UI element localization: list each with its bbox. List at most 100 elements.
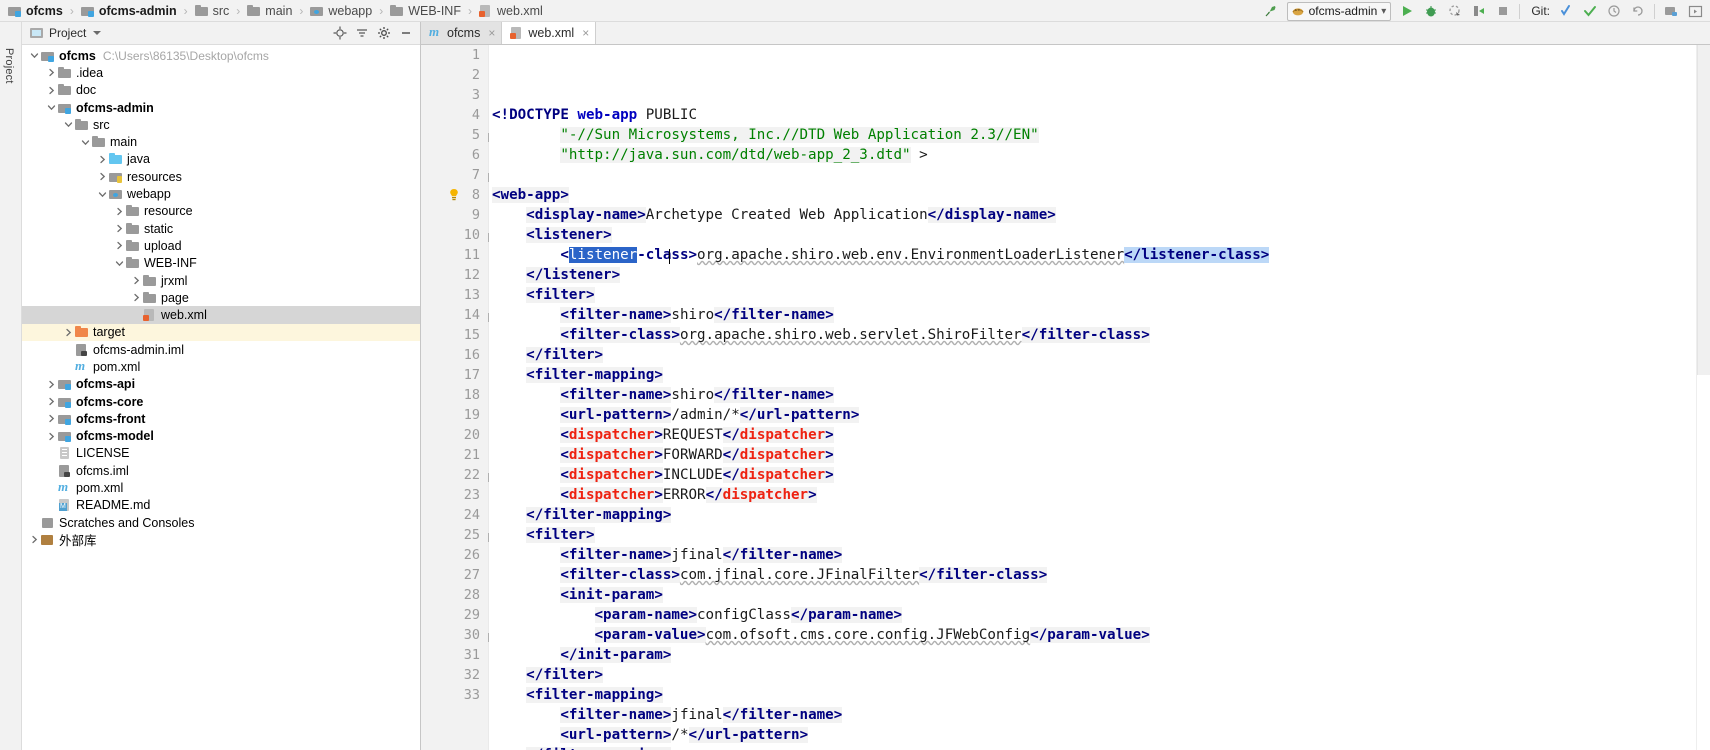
code-line[interactable]: <url-pattern>/admin/*</url-pattern> <box>492 405 1696 425</box>
code-line[interactable]: <filter-name>shiro</filter-name> <box>492 305 1696 325</box>
line-number[interactable]: 23 <box>421 485 488 505</box>
chevron-down-icon[interactable] <box>96 190 109 199</box>
chevron-right-icon[interactable] <box>96 172 109 181</box>
chevron-down-icon[interactable] <box>93 31 102 35</box>
tree-node-java[interactable]: java <box>22 151 420 168</box>
breadcrumb-item-webapp[interactable]: webapp <box>308 0 374 21</box>
editor-tab-ofcms[interactable]: ofcms × <box>421 21 503 44</box>
code-line[interactable]: </filter-mapping> <box>492 745 1696 750</box>
code-line[interactable]: <url-pattern>/*</url-pattern> <box>492 725 1696 745</box>
code-line[interactable]: <param-name>configClass</param-name> <box>492 605 1696 625</box>
tree-node-resource[interactable]: resource <box>22 203 420 220</box>
project-tree[interactable]: ofcms C:\Users\86135\Desktop\ofcms .idea do… <box>22 45 420 750</box>
line-number[interactable]: 29 <box>421 605 496 625</box>
code-line[interactable]: <filter> <box>492 525 1696 545</box>
line-number[interactable]: 3 <box>421 85 488 105</box>
code-editor[interactable]: 1 2 3 4 5 6 7 8 9 10 11 12 13 14 15 16 17 18 19 20 21 22 23 24 2… <box>421 45 1710 750</box>
close-icon[interactable]: × <box>582 26 589 40</box>
tree-node-ofcms-front[interactable]: ofcms-front <box>22 410 420 427</box>
profile-button[interactable] <box>1468 1 1490 21</box>
code-line[interactable]: <listener-class>org.apache.shiro.web.env… <box>492 245 1696 265</box>
breadcrumb-item-ofcms-admin[interactable]: ofcms-admin <box>79 0 179 21</box>
line-number[interactable]: 10 <box>421 225 497 245</box>
run-with-coverage-button[interactable] <box>1444 1 1466 21</box>
code-line[interactable]: <init-param> <box>492 585 1696 605</box>
code-line[interactable]: <dispatcher>ERROR</dispatcher> <box>492 485 1696 505</box>
line-number[interactable]: 2 <box>421 65 488 85</box>
git-commit-button[interactable] <box>1579 1 1601 21</box>
code-line[interactable]: <!DOCTYPE web-app PUBLIC <box>492 105 1696 125</box>
tree-node-src[interactable]: src <box>22 116 420 133</box>
code-line[interactable]: <filter-name>shiro</filter-name> <box>492 385 1696 405</box>
chevron-right-icon[interactable] <box>45 432 58 441</box>
code-line[interactable]: <param-value>com.ofsoft.cms.core.config.… <box>492 625 1696 645</box>
line-number[interactable]: 5 <box>421 125 497 145</box>
tree-node-upload[interactable]: upload <box>22 237 420 254</box>
code-text-area[interactable]: <!DOCTYPE web-app PUBLIC "-//Sun Microsy… <box>489 45 1696 750</box>
line-number[interactable]: 33 <box>421 685 496 705</box>
breadcrumb-item-web-xml[interactable]: web.xml <box>477 0 545 21</box>
code-line[interactable]: <filter-mapping> <box>492 365 1696 385</box>
tree-node-ofcms-core[interactable]: ofcms-core <box>22 393 420 410</box>
tree-node-web-xml[interactable]: web.xml <box>22 306 420 324</box>
code-line[interactable]: </filter> <box>492 345 1696 365</box>
line-number[interactable]: 9 <box>421 205 496 225</box>
line-number[interactable]: 24 <box>421 505 488 525</box>
code-line[interactable]: <dispatcher>REQUEST</dispatcher> <box>492 425 1696 445</box>
tree-node-target[interactable]: target <box>22 323 420 342</box>
code-line[interactable]: <dispatcher>INCLUDE</dispatcher> <box>492 465 1696 485</box>
tree-node-web-inf[interactable]: WEB-INF <box>22 255 420 272</box>
chevron-right-icon[interactable] <box>28 535 41 544</box>
chevron-right-icon[interactable] <box>113 207 126 216</box>
tree-node-page[interactable]: page <box>22 289 420 306</box>
close-icon[interactable]: × <box>488 26 495 40</box>
code-line[interactable]: <display-name>Archetype Created Web Appl… <box>492 205 1696 225</box>
chevron-down-icon[interactable] <box>62 120 75 129</box>
rail-item-project[interactable]: Project <box>3 48 15 84</box>
code-line[interactable]: </filter> <box>492 665 1696 685</box>
line-number[interactable]: 16 <box>421 345 488 365</box>
breadcrumb-item-main[interactable]: main <box>245 0 294 21</box>
tree-node-ofcms-admin[interactable]: ofcms-admin <box>22 99 420 116</box>
line-number[interactable]: 17 <box>421 365 488 385</box>
line-number[interactable]: 6 <box>421 145 488 165</box>
tree-node-webapp[interactable]: webapp <box>22 185 420 202</box>
code-line[interactable]: <dispatcher>FORWARD</dispatcher> <box>492 445 1696 465</box>
debug-button[interactable] <box>1420 1 1442 21</box>
line-number-gutter[interactable]: 1 2 3 4 5 6 7 8 9 10 11 12 13 14 15 16 17 18 19 20 21 22 23 24 2… <box>421 45 497 750</box>
code-line[interactable]: <filter-name>jfinal</filter-name> <box>492 705 1696 725</box>
line-number[interactable]: 26 <box>421 545 488 565</box>
tree-node-resources[interactable]: resources <box>22 168 420 185</box>
line-number[interactable]: 28 <box>421 585 496 605</box>
chevron-right-icon[interactable] <box>130 276 143 285</box>
line-number[interactable]: 19 <box>421 405 488 425</box>
editor-scrollbar-thumb[interactable] <box>1697 45 1710 375</box>
tree-node-readme-md[interactable]: README.md <box>22 497 420 514</box>
code-line[interactable]: <filter-class>org.apache.shiro.web.servl… <box>492 325 1696 345</box>
git-update-button[interactable] <box>1555 1 1577 21</box>
tree-node-main[interactable]: main <box>22 133 420 150</box>
stop-button[interactable] <box>1492 1 1514 21</box>
tree-node-ofcms[interactable]: ofcms C:\Users\86135\Desktop\ofcms <box>22 47 420 64</box>
tree-node-pom-xml[interactable]: pom.xml <box>22 358 420 375</box>
hide-panel-icon[interactable] <box>395 23 416 43</box>
tree-node-ofcms-iml[interactable]: ofcms.iml <box>22 462 420 479</box>
chevron-down-icon[interactable] <box>79 138 92 147</box>
line-number[interactable]: 25 <box>421 525 497 545</box>
search-everywhere-button[interactable] <box>1660 1 1682 21</box>
line-number[interactable]: 15 <box>421 325 488 345</box>
tree-node-doc[interactable]: doc <box>22 82 420 99</box>
code-line[interactable] <box>492 165 1696 185</box>
tree-node-static[interactable]: static <box>22 220 420 237</box>
chevron-right-icon[interactable] <box>113 241 126 250</box>
lightbulb-icon[interactable] <box>448 188 460 205</box>
tree-node-[interactable]: 外部库 <box>22 531 420 548</box>
collapse-all-icon[interactable] <box>351 23 372 43</box>
git-history-button[interactable] <box>1603 1 1625 21</box>
tree-node-pom-xml[interactable]: pom.xml <box>22 479 420 496</box>
chevron-right-icon[interactable] <box>113 224 126 233</box>
code-line[interactable]: </filter-mapping> <box>492 505 1696 525</box>
chevron-right-icon[interactable] <box>96 155 109 164</box>
code-line[interactable]: <filter> <box>492 285 1696 305</box>
chevron-right-icon[interactable] <box>45 86 58 95</box>
